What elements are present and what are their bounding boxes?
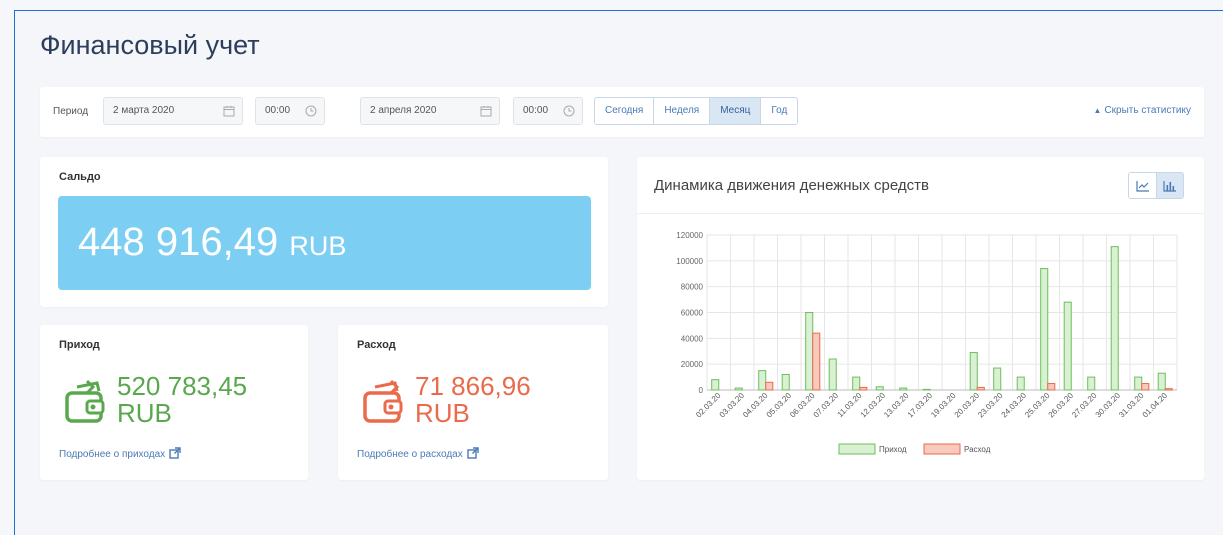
income-bar (734, 387, 743, 391)
page-title: Финансовый учет (40, 30, 260, 60)
y-tick-label: 80000 (681, 283, 704, 292)
time-from-input[interactable]: 00:00 (255, 97, 325, 125)
income-bar (711, 379, 720, 391)
balance-label: Сальдо (59, 171, 101, 183)
date-from-input[interactable]: 2 марта 2020 (103, 97, 243, 125)
cashflow-chart-card: Динамика движения денежных средств 12000… (637, 157, 1204, 480)
date-from-value: 2 марта 2020 (113, 105, 175, 116)
range-today-button[interactable]: Сегодня (595, 98, 655, 124)
expense-bar (765, 381, 774, 391)
balance-currency: RUB (289, 231, 347, 261)
income-currency: RUB (117, 398, 172, 428)
y-tick-label: 20000 (681, 360, 704, 369)
date-to-value: 2 апреля 2020 (370, 105, 437, 116)
range-year-button[interactable]: Год (761, 98, 798, 124)
expense-bar (1141, 383, 1150, 391)
period-filter-bar: Период 2 марта 2020 00:00 — 2 апреля 202… (40, 87, 1204, 137)
income-bar (922, 388, 931, 391)
y-tick-label: 100000 (676, 257, 703, 266)
y-tick-label: 40000 (681, 334, 704, 343)
clock-icon[interactable] (305, 105, 317, 117)
expense-bar (812, 332, 821, 391)
balance-value: 448 916,49 RUB (78, 220, 346, 265)
expense-label: Расход (357, 339, 396, 351)
income-bar (1016, 376, 1025, 391)
income-details-link[interactable]: Подробнее о приходах (59, 447, 181, 460)
range-selector: Сегодня Неделя Месяц Год (594, 97, 799, 125)
income-bar (969, 352, 978, 391)
expense-amount: 71 866,96 RUB (415, 373, 531, 427)
external-link-icon (467, 447, 479, 459)
expense-details-label: Подробнее о расходах (357, 449, 463, 460)
y-tick-label: 60000 (681, 309, 704, 318)
income-bar (1110, 246, 1119, 391)
income-bar (1040, 268, 1049, 391)
income-value: 520 783,45 (117, 371, 248, 401)
hide-stats-link[interactable]: ▲ Скрыть статистику (1094, 105, 1191, 116)
expense-bar (1047, 383, 1056, 391)
date-to-input[interactable]: 2 апреля 2020 (360, 97, 500, 125)
income-bar (828, 358, 837, 391)
external-link-icon (169, 447, 181, 459)
income-bar (758, 370, 767, 391)
time-from-value: 00:00 (265, 105, 291, 116)
legend-expense-label: Расход (964, 445, 991, 454)
legend-income-label: Приход (879, 445, 907, 454)
wallet-out-icon (363, 379, 403, 423)
expense-bar (1164, 388, 1173, 391)
y-tick-label: 120000 (676, 231, 703, 240)
income-bar (805, 312, 814, 391)
legend-expense-swatch (923, 443, 961, 455)
expense-details-link[interactable]: Подробнее о расходах (357, 447, 479, 460)
chevron-up-icon: ▲ (1093, 106, 1102, 115)
expense-card: Расход 71 866,96 RUB Подробнее о расхода… (338, 325, 608, 480)
range-week-button[interactable]: Неделя (654, 98, 711, 124)
income-bar (1157, 372, 1166, 391)
income-card: Приход 520 783,45 RUB Подробнее о приход… (40, 325, 308, 480)
cashflow-bar-chart: 12000010000080000600004000020000002.03.2… (676, 231, 1178, 455)
balance-card: Сальдо 448 916,49 RUB (40, 157, 608, 307)
range-month-button[interactable]: Месяц (710, 98, 762, 124)
income-bar (875, 386, 884, 391)
calendar-icon[interactable] (223, 105, 235, 117)
x-tick-label: 01.04.20 (1141, 391, 1170, 420)
income-bar (899, 387, 908, 391)
hide-stats-label: Скрыть статистику (1104, 105, 1191, 116)
wallet-in-icon (65, 379, 105, 423)
expense-value: 71 866,96 (415, 371, 531, 401)
income-amount: 520 783,45 RUB (117, 373, 247, 427)
balance-amount: 448 916,49 (78, 220, 279, 264)
income-bar (1087, 376, 1096, 391)
period-label: Период (53, 106, 89, 117)
income-bar (852, 376, 861, 391)
income-label: Приход (59, 339, 100, 351)
income-bar (993, 367, 1002, 391)
calendar-icon[interactable] (480, 105, 492, 117)
time-to-value: 00:00 (523, 105, 549, 116)
expense-bar (859, 386, 868, 391)
balance-box: 448 916,49 RUB (58, 196, 591, 290)
clock-icon[interactable] (563, 105, 575, 117)
income-bar (1063, 301, 1072, 391)
expense-currency: RUB (415, 398, 470, 428)
x-tick-label: 07.03.20 (812, 391, 841, 420)
y-tick-label: 0 (699, 386, 704, 395)
income-details-label: Подробнее о приходах (59, 449, 166, 460)
legend-income-swatch (838, 443, 876, 455)
income-bar (1134, 376, 1143, 391)
time-to-input[interactable]: 00:00 (513, 97, 583, 125)
income-bar (781, 374, 790, 391)
expense-bar (976, 386, 985, 391)
